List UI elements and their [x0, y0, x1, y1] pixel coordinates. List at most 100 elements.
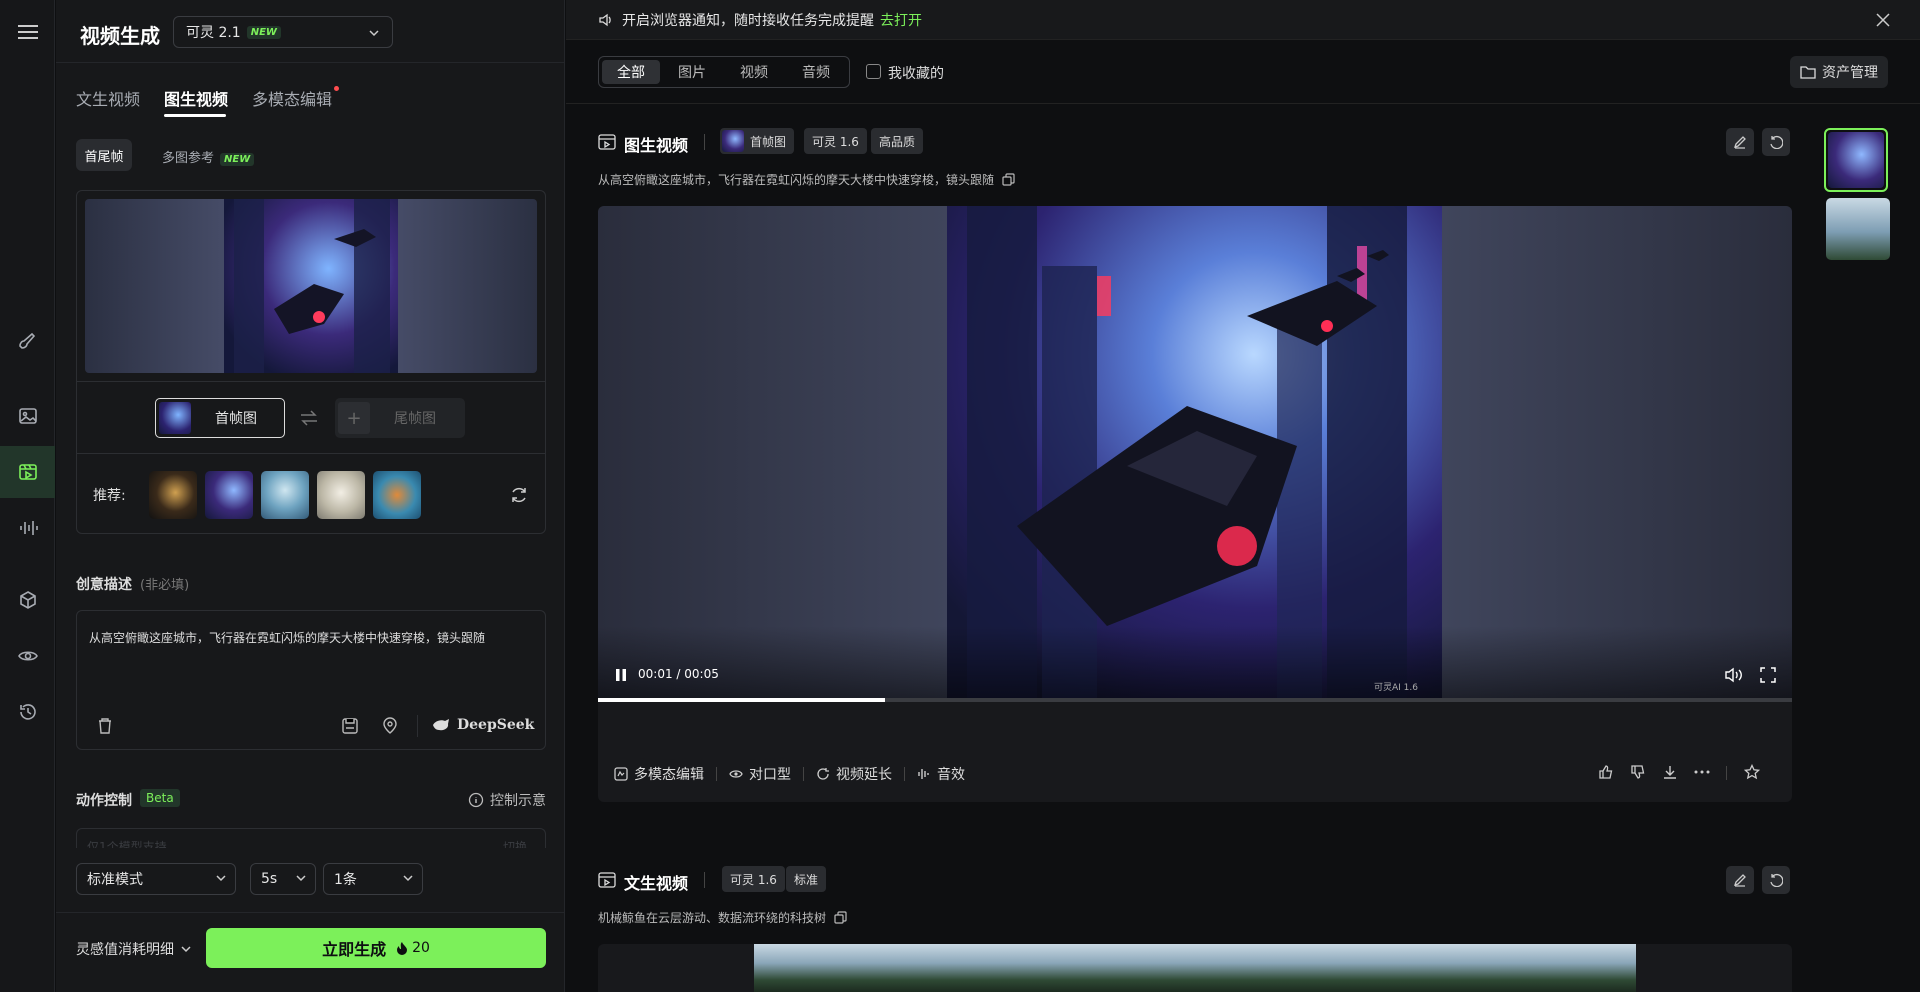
- volume-icon[interactable]: [1724, 666, 1744, 684]
- deepseek-button[interactable]: DeepSeek: [431, 717, 534, 733]
- favorites-label: 我收藏的: [888, 66, 944, 82]
- cost-detail-label: 灵感值消耗明细: [76, 942, 174, 958]
- image-icon[interactable]: [0, 390, 55, 442]
- brush-icon[interactable]: [0, 316, 55, 368]
- favorites-checkbox[interactable]: [866, 64, 881, 79]
- history-thumb-2[interactable]: [1826, 198, 1890, 260]
- recommend-thumb-mermaid[interactable]: [261, 471, 309, 519]
- motion-hint-button[interactable]: 控制示意: [468, 790, 546, 810]
- audio-icon[interactable]: [0, 502, 55, 554]
- whale-icon: [433, 719, 449, 731]
- divider: [716, 767, 717, 781]
- plus-icon: +: [338, 402, 370, 434]
- task1-video-card: 00:01 / 00:05 可灵AI 1.6 多模态编辑 对口型 视频延长 音效: [598, 206, 1792, 802]
- trash-icon[interactable]: [97, 717, 113, 735]
- prompt-textarea[interactable]: 从高空俯瞰这座城市，飞行器在霓虹闪烁的摩天大楼中快速穿梭，镜头跟随: [89, 629, 529, 647]
- video-player[interactable]: 00:01 / 00:05 可灵AI 1.6: [598, 206, 1792, 700]
- model-new-badge: NEW: [246, 25, 281, 39]
- chevron-down-icon: [403, 875, 413, 882]
- video-controls-gradient: [598, 626, 1792, 700]
- video-progress-fill: [598, 698, 885, 702]
- filter-image[interactable]: 图片: [663, 60, 721, 84]
- divider: [1726, 766, 1727, 780]
- generate-button[interactable]: 立即生成 20: [206, 928, 546, 968]
- action-extend-video[interactable]: 视频延长: [816, 764, 892, 784]
- cube-icon[interactable]: [0, 574, 55, 626]
- subtab-multi-ref[interactable]: 多图参考 NEW: [162, 147, 255, 166]
- recommend-thumb-capybara[interactable]: [373, 471, 421, 519]
- fullscreen-icon[interactable]: [1760, 667, 1776, 683]
- sound-wave-icon: [918, 769, 929, 779]
- save-prompt-icon[interactable]: [341, 717, 359, 735]
- task1-tag-thumb: [722, 130, 744, 152]
- filter-all[interactable]: 全部: [602, 60, 660, 84]
- redo-icon: [1770, 873, 1783, 887]
- count-value: 1条: [334, 872, 357, 888]
- more-icon[interactable]: [1694, 770, 1710, 774]
- download-icon[interactable]: [1662, 764, 1678, 780]
- video-time: 00:01 / 00:05: [638, 667, 719, 681]
- task1-regenerate-button[interactable]: [1762, 128, 1790, 156]
- history-icon[interactable]: [0, 686, 55, 738]
- task2-prompt: 机械鲸鱼在云层游动、数据流环绕的科技树: [598, 909, 847, 926]
- info-icon: [468, 792, 484, 808]
- recommend-thumb-eagle[interactable]: [149, 471, 197, 519]
- star-icon[interactable]: [1744, 764, 1760, 780]
- notification-banner: 开启浏览器通知，随时接收任务完成提醒 去打开: [566, 0, 1920, 40]
- copy-icon[interactable]: [834, 911, 847, 924]
- tab-text-to-video[interactable]: 文生视频: [76, 86, 140, 110]
- prompt-title: 创意描述: [76, 577, 132, 593]
- pause-icon[interactable]: [614, 668, 628, 682]
- action-sound-effect[interactable]: 音效: [917, 764, 965, 784]
- pencil-icon: [1733, 874, 1746, 887]
- edit-layers-icon: [614, 767, 628, 781]
- last-frame-button[interactable]: + 尾帧图: [335, 398, 465, 438]
- generate-cost: 20: [412, 940, 430, 956]
- history-thumb-1[interactable]: [1824, 128, 1888, 192]
- tab-multimodal-edit[interactable]: 多模态编辑: [252, 86, 332, 110]
- divider: [77, 381, 545, 382]
- notice-open-link[interactable]: 去打开: [880, 10, 922, 30]
- recommend-thumb-spaceship[interactable]: [205, 471, 253, 519]
- cost-detail-button[interactable]: 灵感值消耗明细: [76, 939, 192, 959]
- task2-regenerate-button[interactable]: [1762, 866, 1790, 894]
- model-select[interactable]: 可灵 2.1 NEW: [173, 16, 393, 48]
- frame-card: 首帧图 + 尾帧图 推荐:: [76, 190, 546, 534]
- flame-icon: [397, 942, 408, 955]
- task1-edit-button[interactable]: [1726, 128, 1754, 156]
- speaker-icon: [599, 13, 611, 26]
- video-watermark: 可灵AI 1.6: [1374, 683, 1418, 693]
- task2-edit-button[interactable]: [1726, 866, 1754, 894]
- thumbs-down-icon[interactable]: [1630, 764, 1646, 780]
- copy-icon[interactable]: [1002, 173, 1015, 186]
- count-select[interactable]: 1条: [323, 863, 423, 895]
- filter-video[interactable]: 视频: [725, 60, 783, 84]
- recommend-thumb-cats[interactable]: [317, 471, 365, 519]
- last-frame-label: 尾帧图: [394, 411, 436, 427]
- action-lip-sync[interactable]: 对口型: [729, 764, 791, 784]
- refresh-icon[interactable]: [509, 485, 529, 505]
- filter-audio[interactable]: 音频: [787, 60, 845, 84]
- video-icon[interactable]: [0, 446, 55, 498]
- tab-image-to-video[interactable]: 图生视频: [164, 86, 228, 110]
- filter-group: 全部 图片 视频 音频: [598, 56, 850, 88]
- thumbs-up-icon[interactable]: [1598, 764, 1614, 780]
- motion-title: 动作控制: [76, 793, 132, 809]
- asset-management-button[interactable]: 资产管理: [1790, 56, 1888, 88]
- frame-preview: [85, 199, 537, 373]
- location-icon[interactable]: [381, 717, 399, 735]
- first-frame-button[interactable]: 首帧图: [155, 398, 285, 438]
- menu-icon[interactable]: [0, 6, 55, 58]
- task2-video-frame[interactable]: [754, 944, 1636, 992]
- video-task-icon: [598, 134, 616, 150]
- chevron-down-icon: [369, 30, 379, 37]
- close-icon[interactable]: [1876, 13, 1890, 27]
- subtab-first-last-frame[interactable]: 首尾帧: [76, 139, 132, 171]
- video-progress-track[interactable]: [598, 698, 1792, 702]
- duration-select[interactable]: 5s: [250, 863, 316, 895]
- swap-icon[interactable]: [299, 409, 319, 427]
- action-multimodal-edit[interactable]: 多模态编辑: [614, 764, 704, 784]
- mode-select[interactable]: 标准模式: [76, 863, 236, 895]
- eye-icon[interactable]: [0, 630, 55, 682]
- divider: [803, 767, 804, 781]
